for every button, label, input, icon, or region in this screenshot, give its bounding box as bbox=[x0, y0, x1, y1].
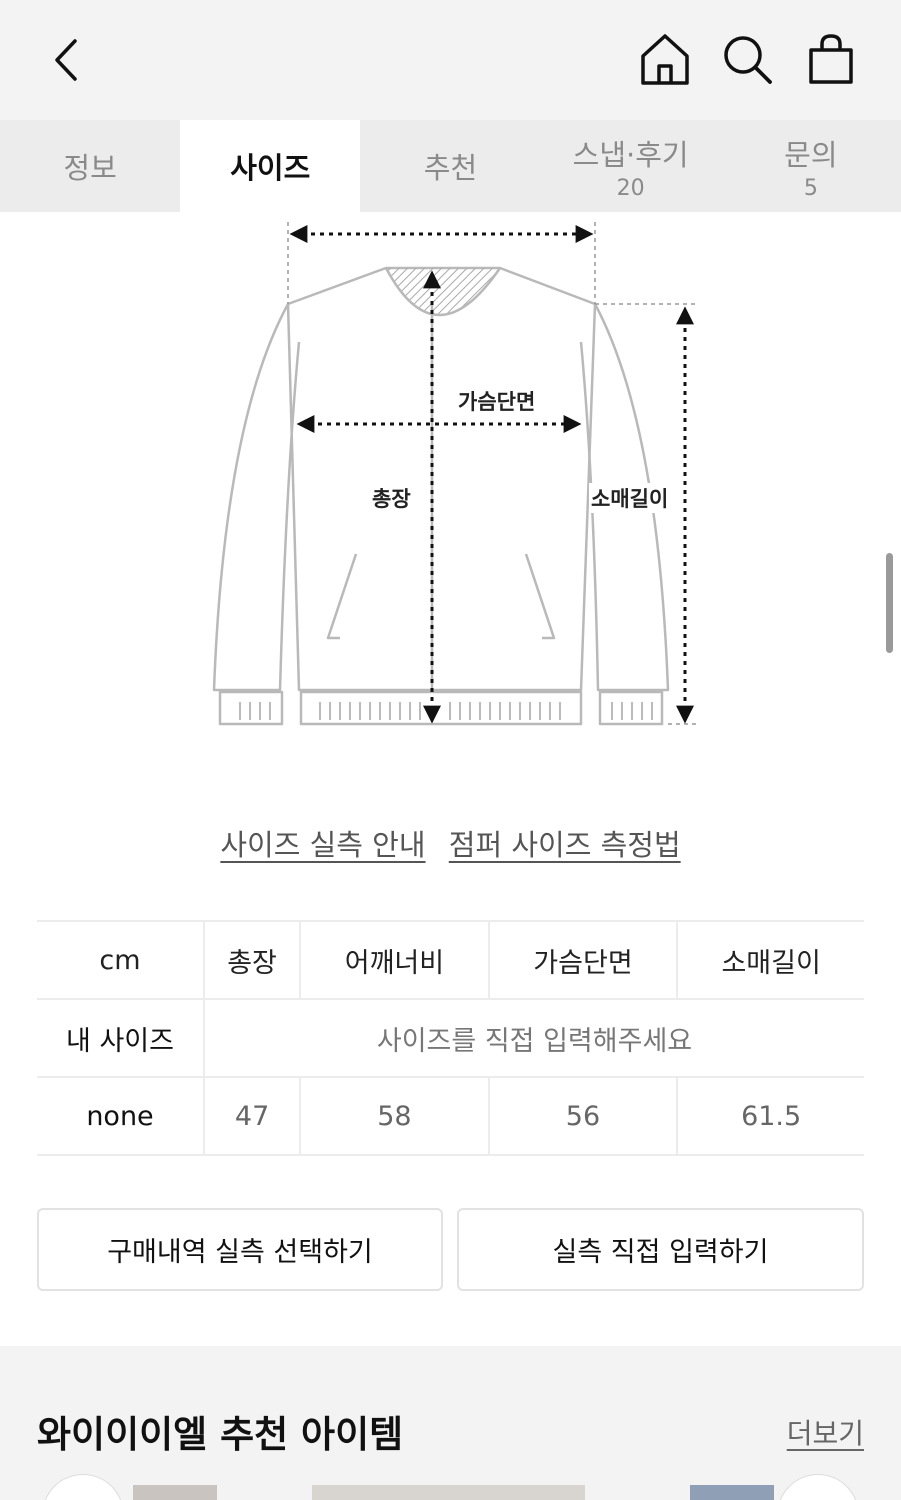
tab-label: 추천 bbox=[423, 151, 478, 185]
column-header: 소매길이 bbox=[676, 920, 864, 1000]
product-thumbnail[interactable] bbox=[690, 1485, 774, 1500]
column-header: 총장 bbox=[202, 920, 301, 1000]
home-icon bbox=[641, 34, 689, 85]
product-thumbnail[interactable] bbox=[133, 1485, 217, 1500]
tab-label: 스냅·후기 bbox=[572, 137, 689, 172]
more-link[interactable]: 더보기 bbox=[787, 1412, 864, 1452]
my-size-row: 내 사이즈 사이즈를 직접 입력해주세요 bbox=[37, 999, 864, 1078]
jumper-measure-link[interactable]: 점퍼 사이즈 측정법 bbox=[449, 828, 681, 862]
table-cell: 61.5 bbox=[676, 1077, 864, 1156]
scrollbar[interactable] bbox=[886, 553, 893, 653]
column-header: 어깨너비 bbox=[299, 920, 489, 1000]
tab-recommend[interactable]: 추천 bbox=[360, 120, 540, 212]
table-cell: 58 bbox=[299, 1077, 489, 1156]
my-size-label: 내 사이즈 bbox=[37, 999, 204, 1078]
search-icon bbox=[724, 36, 772, 84]
home-button[interactable] bbox=[635, 30, 695, 90]
unit-cell: cm bbox=[37, 920, 204, 1000]
search-button[interactable] bbox=[718, 30, 778, 90]
my-size-input[interactable]: 사이즈를 직접 입력해주세요 bbox=[203, 999, 864, 1078]
tab-label: 문의 bbox=[784, 137, 838, 172]
product-thumbnail[interactable] bbox=[312, 1485, 585, 1500]
tab-info[interactable]: 정보 bbox=[0, 120, 180, 212]
size-diagram: 가슴단면 총장 소매길이 bbox=[200, 212, 720, 752]
chevron-left-icon bbox=[55, 39, 77, 81]
table-row: none 47 58 56 61.5 bbox=[37, 1077, 864, 1156]
jacket-illustration bbox=[212, 222, 698, 726]
sleeve-label: 소매길이 bbox=[589, 483, 671, 513]
size-guide-link[interactable]: 사이즈 실측 안내 bbox=[220, 828, 425, 862]
tab-label: 사이즈 bbox=[230, 151, 311, 185]
tab-label: 정보 bbox=[63, 151, 117, 185]
recommend-title: 와이이이엘 추천 아이템 bbox=[37, 1413, 404, 1456]
tab-snap-review[interactable]: 스냅·후기 20 bbox=[541, 120, 721, 212]
table-header-row: cm 총장 어깨너비 가슴단면 소매길이 bbox=[37, 920, 864, 1000]
chest-label: 가슴단면 bbox=[456, 386, 538, 416]
table-cell: 56 bbox=[487, 1077, 678, 1156]
back-button[interactable] bbox=[40, 32, 96, 88]
tab-count: 5 bbox=[803, 175, 818, 201]
length-label: 총장 bbox=[370, 483, 413, 513]
carousel-prev-button[interactable] bbox=[42, 1474, 124, 1500]
recommend-section: 와이이이엘 추천 아이템 더보기 bbox=[0, 1346, 901, 1500]
direct-input-button[interactable]: 실측 직접 입력하기 bbox=[457, 1208, 864, 1291]
size-table: cm 총장 어깨너비 가슴단면 소매길이 내 사이즈 사이즈를 직접 입력해주세… bbox=[37, 920, 864, 1156]
tab-count: 20 bbox=[616, 175, 645, 201]
shopping-bag-icon bbox=[809, 34, 853, 84]
carousel-next-button[interactable] bbox=[777, 1474, 859, 1500]
purchase-history-button[interactable]: 구매내역 실측 선택하기 bbox=[37, 1208, 443, 1291]
table-cell: 47 bbox=[202, 1077, 301, 1156]
size-name-cell: none bbox=[37, 1077, 204, 1156]
tab-inquiry[interactable]: 문의 5 bbox=[721, 120, 901, 212]
tab-size[interactable]: 사이즈 bbox=[180, 120, 361, 212]
size-guide-links: 사이즈 실측 안내 점퍼 사이즈 측정법 bbox=[0, 822, 901, 864]
cart-button[interactable] bbox=[801, 30, 861, 90]
column-header: 가슴단면 bbox=[487, 920, 678, 1000]
top-bar bbox=[0, 0, 901, 120]
product-tabs: 정보 사이즈 추천 스냅·후기 20 문의 5 bbox=[0, 120, 901, 212]
